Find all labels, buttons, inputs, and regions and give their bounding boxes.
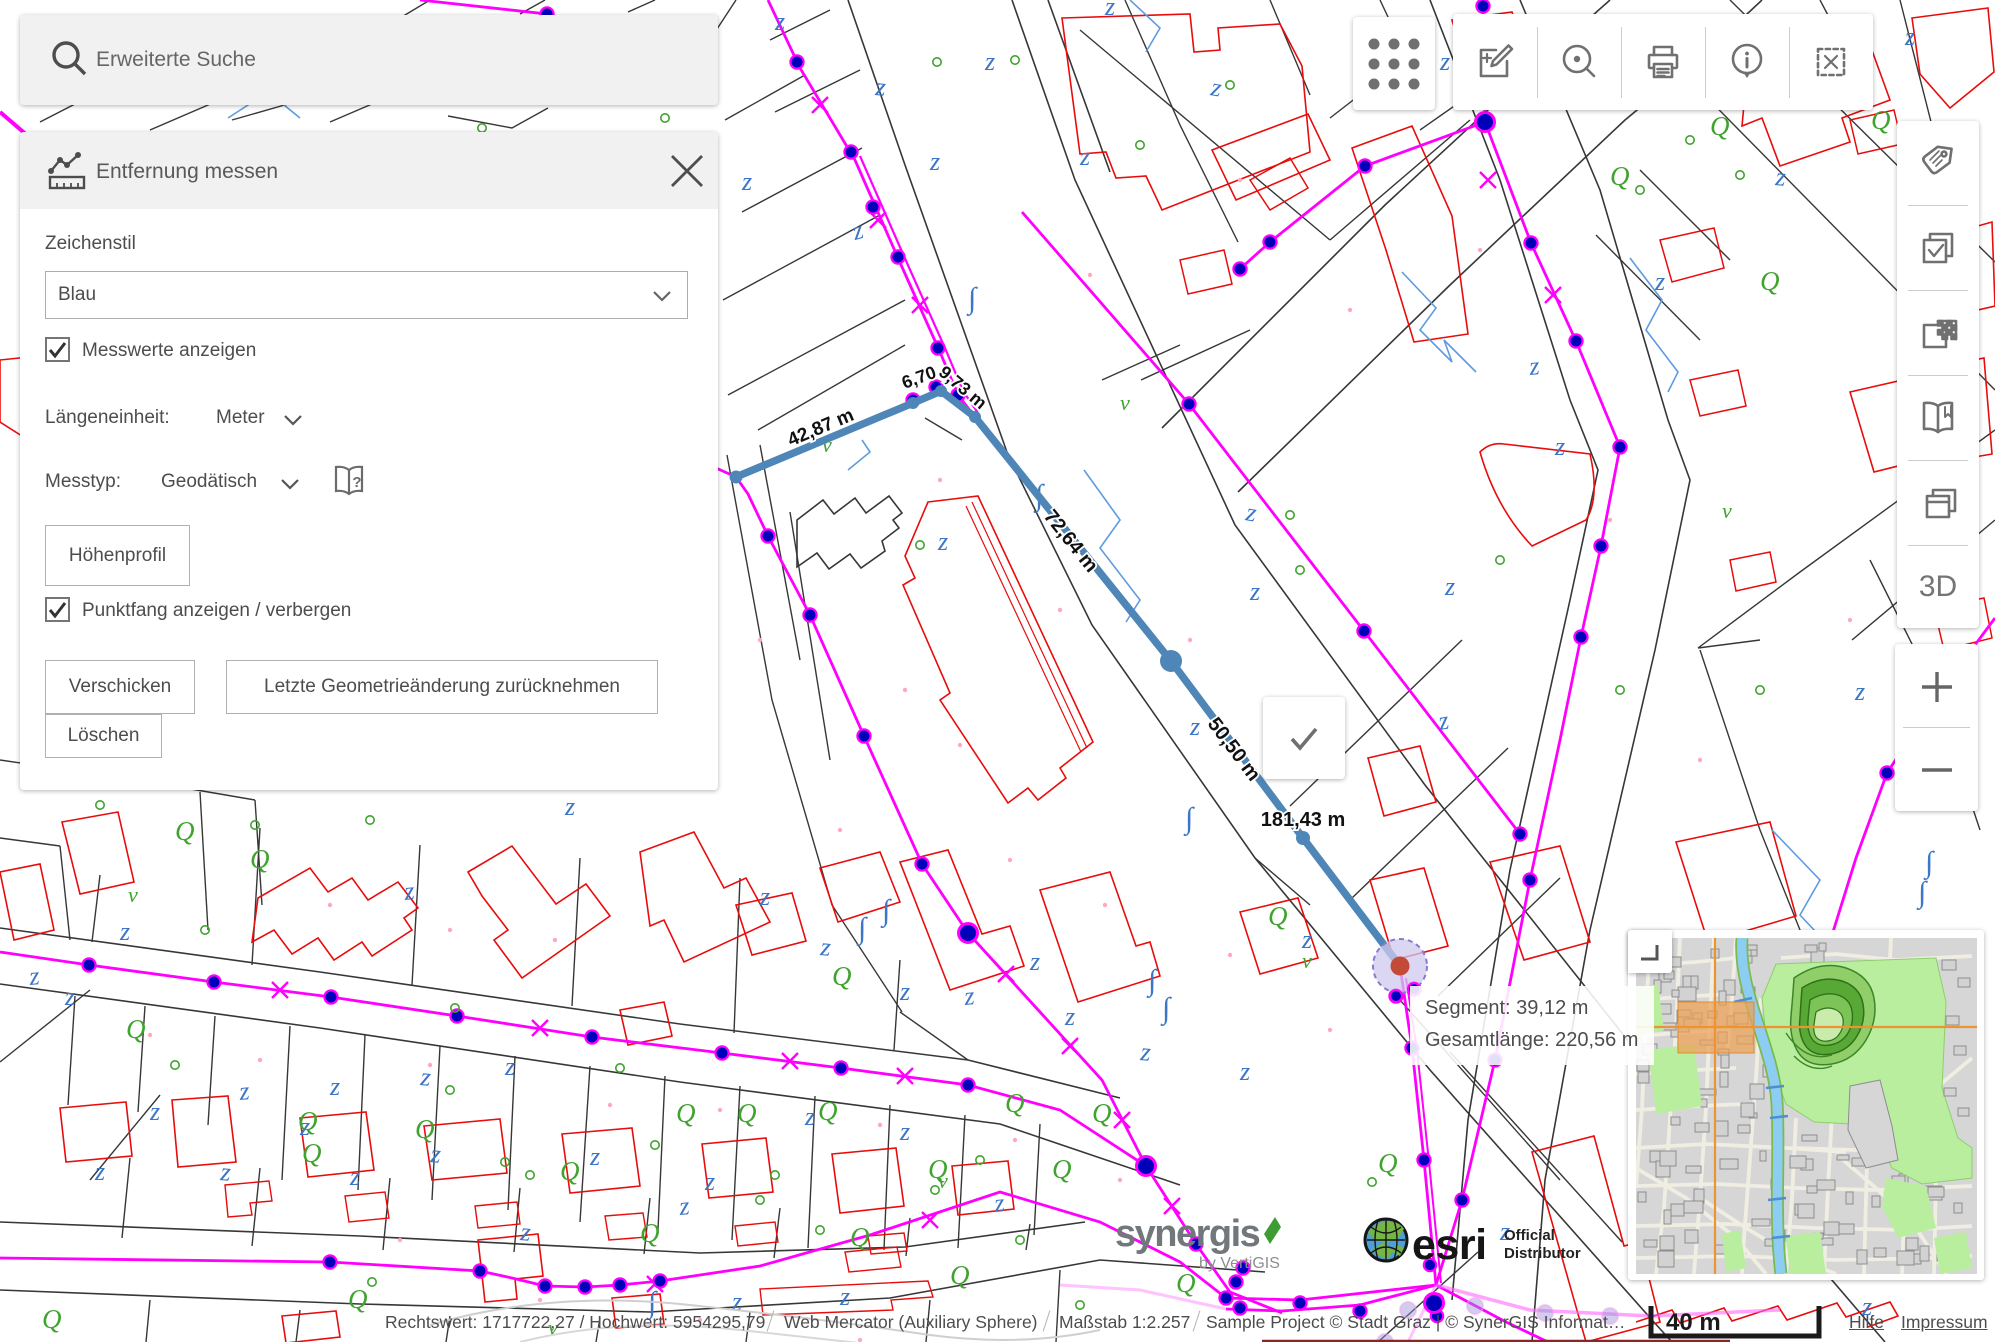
svg-text:z: z — [329, 1072, 340, 1101]
svg-text:z: z — [804, 1102, 815, 1131]
svg-text:z: z — [929, 147, 940, 176]
svg-text:z: z — [937, 527, 948, 556]
svg-text:z: z — [704, 1167, 715, 1196]
svg-text:z: z — [149, 1097, 160, 1126]
svg-text:Q: Q — [42, 1304, 62, 1334]
svg-text:z: z — [1527, 351, 1541, 381]
svg-text:z: z — [1138, 1037, 1152, 1067]
svg-text:z: z — [1654, 267, 1665, 296]
svg-text:z: z — [1079, 142, 1090, 171]
svg-text:v: v — [938, 1168, 948, 1193]
svg-text:v: v — [1722, 498, 1732, 523]
svg-text:Distributor: Distributor — [1504, 1245, 1581, 1262]
svg-text:72,64 m: 72,64 m — [1039, 506, 1102, 577]
svg-text:Q: Q — [302, 1138, 322, 1168]
svg-text:v: v — [1302, 948, 1312, 973]
svg-text:40 m: 40 m — [1666, 1309, 1721, 1336]
svg-text:z: z — [1249, 577, 1260, 606]
svg-text:z: z — [1064, 1002, 1075, 1031]
svg-text:z: z — [237, 1076, 251, 1106]
svg-text:∫: ∫ — [966, 282, 978, 317]
svg-text:z: z — [1104, 0, 1115, 21]
svg-text:∫: ∫ — [1183, 802, 1195, 837]
svg-text:Q: Q — [850, 1222, 870, 1252]
svg-text:z: z — [349, 1162, 360, 1191]
svg-text:z: z — [1029, 947, 1040, 976]
svg-text:∫: ∫ — [880, 894, 892, 929]
svg-text:z: z — [1444, 572, 1455, 601]
svg-text:z: z — [984, 47, 995, 76]
svg-text:181,43 m: 181,43 m — [1261, 809, 1346, 831]
svg-text:Q: Q — [250, 844, 270, 874]
svg-text:Q: Q — [950, 1260, 970, 1290]
svg-text:by VertiGIS: by VertiGIS — [1199, 1255, 1280, 1272]
svg-text:z: z — [759, 882, 770, 911]
svg-text:z: z — [589, 1142, 600, 1171]
svg-text:∫: ∫ — [1160, 992, 1172, 1027]
svg-text:Q: Q — [1268, 901, 1288, 931]
svg-text:Q: Q — [1052, 1154, 1072, 1184]
svg-text:Q: Q — [1760, 266, 1780, 296]
svg-text:z: z — [1239, 1057, 1250, 1086]
svg-text:z: z — [741, 167, 752, 196]
svg-text:Q: Q — [348, 1284, 368, 1314]
svg-text:z: z — [1208, 72, 1224, 102]
svg-text:Q: Q — [1710, 111, 1730, 141]
svg-text:z: z — [1243, 497, 1259, 527]
svg-text:z: z — [1189, 712, 1200, 741]
svg-text:z: z — [774, 7, 785, 36]
svg-text:z: z — [962, 981, 976, 1011]
svg-text:z: z — [677, 1191, 691, 1221]
svg-text:z: z — [1554, 432, 1565, 461]
svg-text:Q: Q — [818, 1096, 838, 1126]
svg-text:z: z — [518, 1217, 532, 1247]
svg-text:esri: esri — [1412, 1221, 1487, 1269]
svg-text:50,50 m: 50,50 m — [1203, 713, 1265, 785]
svg-text:z: z — [64, 982, 75, 1011]
svg-text:Q: Q — [298, 1106, 318, 1136]
svg-text:∫: ∫ — [1146, 964, 1158, 999]
svg-text:Q: Q — [1092, 1098, 1112, 1128]
svg-text:Q: Q — [560, 1156, 580, 1186]
svg-text:?: ? — [352, 474, 361, 491]
svg-text:Official: Official — [1504, 1227, 1555, 1244]
svg-text:Q: Q — [126, 1014, 146, 1044]
svg-text:Q: Q — [640, 1218, 660, 1248]
svg-text:z: z — [1904, 22, 1915, 51]
svg-text:z: z — [873, 72, 887, 102]
svg-text:z: z — [1435, 706, 1451, 736]
svg-text:∫: ∫ — [1916, 876, 1928, 911]
svg-text:synergis: synergis — [1115, 1213, 1260, 1255]
svg-text:∫: ∫ — [856, 912, 868, 947]
svg-text:z: z — [119, 917, 130, 946]
svg-text:z: z — [27, 961, 41, 991]
svg-text:Q: Q — [832, 961, 852, 991]
svg-text:Q: Q — [1871, 105, 1891, 135]
svg-text:Q: Q — [1005, 1088, 1025, 1118]
svg-text:z: z — [564, 792, 575, 821]
svg-text:z: z — [839, 1282, 850, 1311]
svg-text:z: z — [818, 932, 832, 962]
svg-text:z: z — [899, 977, 910, 1006]
svg-text:Q: Q — [1610, 161, 1630, 191]
svg-text:v: v — [1120, 390, 1130, 415]
svg-text:z: z — [94, 1157, 105, 1186]
svg-text:z: z — [1854, 677, 1865, 706]
svg-text:Q: Q — [1378, 1148, 1398, 1178]
svg-text:z: z — [218, 1157, 232, 1187]
svg-text:Q: Q — [175, 816, 195, 846]
svg-text:z: z — [504, 1052, 515, 1081]
svg-text:z: z — [402, 876, 416, 906]
svg-text:z: z — [1439, 47, 1450, 76]
svg-text:Q: Q — [676, 1098, 696, 1128]
svg-text:v: v — [128, 882, 138, 907]
svg-text:Q: Q — [415, 1114, 435, 1144]
svg-text:Q: Q — [737, 1098, 757, 1128]
svg-text:z: z — [899, 1117, 910, 1146]
